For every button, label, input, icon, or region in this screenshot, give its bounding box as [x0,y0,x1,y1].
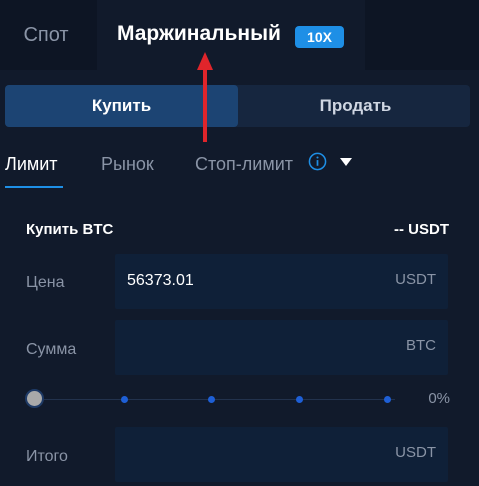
price-unit: USDT [395,271,436,288]
price-field[interactable]: 56373.01 USDT [115,254,448,309]
info-icon[interactable] [308,152,327,171]
slider-step-75[interactable] [296,396,303,403]
tab-limit[interactable]: Лимит [5,154,58,175]
buy-asset-title: Купить BTC [26,221,114,238]
slider-track [40,399,395,400]
total-field[interactable]: USDT [115,427,448,482]
slider-handle[interactable] [25,389,44,408]
slider-step-50[interactable] [208,396,215,403]
available-balance: -- USDT [394,221,449,238]
tab-market[interactable]: Рынок [101,154,154,175]
amount-label: Сумма [26,341,77,358]
order-type-tabs: Лимит Рынок Стоп-лимит [0,148,479,192]
price-label: Цена [26,274,65,291]
amount-unit: BTC [406,337,436,354]
amount-field[interactable]: BTC [115,320,448,375]
total-unit: USDT [395,444,436,461]
slider-step-100[interactable] [384,396,391,403]
total-label: Итого [26,448,68,465]
slider-percent: 0% [428,390,450,407]
caret-down-icon[interactable] [340,158,352,167]
price-value: 56373.01 [127,272,194,289]
slider-step-25[interactable] [121,396,128,403]
tab-stop-limit[interactable]: Стоп-лимит [195,154,293,175]
percent-slider[interactable]: 0% [25,388,465,412]
annotation-arrow [197,52,213,142]
active-tab-indicator [5,186,63,188]
